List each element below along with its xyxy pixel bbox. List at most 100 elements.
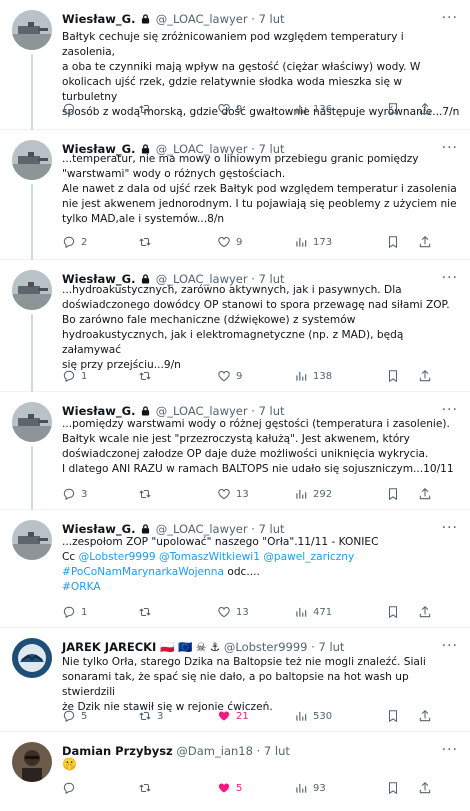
author-name[interactable]: Wiesław_G. [62,404,135,418]
timestamp[interactable]: 7 lut [259,404,285,418]
heart-icon [218,104,230,115]
more-options-icon[interactable]: ··· [442,402,458,418]
author-handle[interactable]: @Dam_ian18 [176,744,253,758]
share-button[interactable] [418,368,437,384]
avatar[interactable] [12,270,52,310]
share-icon [419,606,431,618]
author-handle[interactable]: @_LOAC_lawyer [156,12,248,26]
tweet-text: Nie tylko Orła, starego Dzika na Baltops… [62,656,426,713]
tweet-text: ...temperatur, nie ma mowy o liniowym pr… [62,153,457,225]
bookmark-button[interactable] [386,780,405,796]
bookmark-icon [388,370,398,383]
analytics-icon [296,104,307,114]
heart-icon [218,371,230,382]
share-button[interactable] [418,780,437,796]
avatar[interactable] [12,10,52,50]
bookmark-button[interactable] [386,234,405,250]
tweet-text: ...zespołom ZOP "upolować" naszego "Orła… [62,536,379,593]
author-handle[interactable]: @Lobster9999 [224,640,308,654]
mention-link[interactable]: @pawel_zariczny [263,551,354,563]
reply-button[interactable]: 5 [62,708,87,724]
more-options-icon[interactable]: ··· [442,742,458,758]
mention-link[interactable]: @Lobster9999 [79,551,156,563]
like-button[interactable]: 5 [217,780,242,796]
avatar[interactable] [12,520,52,560]
tweet[interactable]: Wiesław_G. @_LOAC_lawyer · 7 lut ··· ...… [0,130,470,260]
author-name[interactable]: Wiesław_G. [62,12,135,26]
share-button[interactable] [418,708,437,724]
avatar[interactable] [12,742,52,782]
tweet[interactable]: Wiesław_G. @_LOAC_lawyer · 7 lut ··· ...… [0,392,470,510]
bookmark-button[interactable] [386,604,405,620]
retweet-icon [139,783,151,793]
bookmark-icon [388,488,398,501]
more-options-icon[interactable]: ··· [442,520,458,536]
like-button[interactable]: 9 [217,234,242,250]
reply-button[interactable]: 1 [62,604,87,620]
bookmark-icon [388,103,398,116]
tweet-header: Wiesław_G. @_LOAC_lawyer · 7 lut [62,12,285,26]
bookmark-button[interactable] [386,708,405,724]
tweet-actions: 1 13 471 [62,604,460,620]
reply-button[interactable]: 1 [62,368,87,384]
mention-link[interactable]: @TomaszWitkiewi1 [159,551,260,563]
reply-button[interactable] [62,780,81,796]
timestamp[interactable]: 7 lut [259,12,285,26]
views-button[interactable]: 93 [294,780,326,796]
timestamp[interactable]: 7 lut [264,744,290,758]
tweet[interactable]: Wiesław_G. @_LOAC_lawyer · 7 lut ··· ...… [0,510,470,628]
author-name[interactable]: Damian Przybysz [62,744,173,758]
views-button[interactable]: 173 [294,234,332,250]
reply-button[interactable] [62,101,81,117]
reply-icon [63,236,75,249]
share-button[interactable] [418,101,437,117]
like-button[interactable]: 9 [217,101,242,117]
like-button[interactable]: 9 [217,368,242,384]
views-button[interactable]: 292 [294,486,332,502]
retweet-button[interactable] [138,780,157,796]
bookmark-button[interactable] [386,101,405,117]
retweet-button[interactable] [138,101,157,117]
bookmark-button[interactable] [386,486,405,502]
avatar[interactable] [12,402,52,442]
reply-button[interactable]: 3 [62,486,87,502]
avatar[interactable] [12,638,52,678]
tweet[interactable]: Wiesław_G. @_LOAC_lawyer · 7 lut ··· Bał… [0,0,470,130]
timestamp[interactable]: 7 lut [259,522,285,536]
share-button[interactable] [418,604,437,620]
reply-button[interactable]: 2 [62,234,87,250]
share-button[interactable] [418,234,437,250]
retweet-button[interactable] [138,234,157,250]
bookmark-icon [388,236,398,249]
views-button[interactable]: 138 [294,368,332,384]
hashtag-link[interactable]: #ORKA [62,581,101,593]
author-name[interactable]: Wiesław_G. [62,522,135,536]
hashtag-link[interactable]: #PoCoNamMarynarkaWojenna [62,566,224,578]
bookmark-button[interactable] [386,368,405,384]
timestamp[interactable]: 7 lut [318,640,344,654]
tweet[interactable]: JAREK JARECKI 🇵🇱 🇪🇺 ☠ ⚓ @Lobster9999 · 7… [0,628,470,732]
like-button[interactable]: 13 [217,486,249,502]
tweet[interactable]: Wiesław_G. @_LOAC_lawyer · 7 lut ··· ...… [0,260,470,392]
views-button[interactable]: 471 [294,604,332,620]
like-button[interactable]: 13 [217,604,249,620]
retweet-button[interactable]: 3 [138,708,163,724]
more-options-icon[interactable]: ··· [442,10,458,26]
author-name[interactable]: JAREK JARECKI [62,640,156,654]
share-button[interactable] [418,486,437,502]
tweet[interactable]: Damian Przybysz @Dam_ian18 · 7 lut ··· 🤫… [0,732,470,811]
reply-icon [63,606,75,619]
author-handle[interactable]: @_LOAC_lawyer [156,404,248,418]
avatar[interactable] [12,140,52,180]
author-handle[interactable]: @_LOAC_lawyer [156,522,248,536]
retweet-icon [139,711,151,721]
analytics-icon [296,237,307,247]
retweet-button[interactable] [138,368,157,384]
views-button[interactable]: 136 [294,101,332,117]
like-button[interactable]: 21 [217,708,249,724]
views-button[interactable]: 530 [294,708,332,724]
share-icon [419,236,431,248]
more-options-icon[interactable]: ··· [442,638,458,654]
retweet-button[interactable] [138,486,157,502]
retweet-button[interactable] [138,604,157,620]
